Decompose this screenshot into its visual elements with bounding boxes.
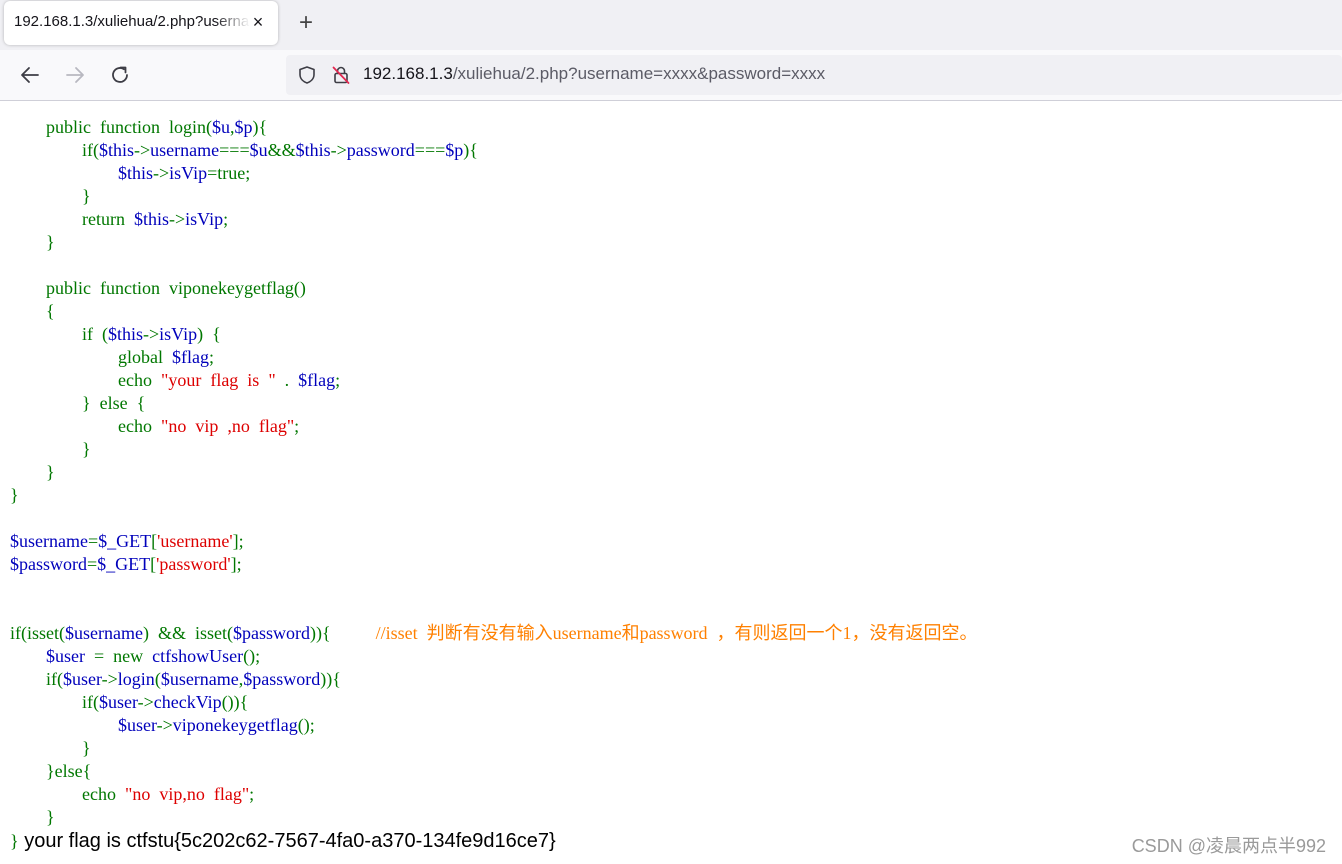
php-source-code: public function login($u,$p){ if($this->…	[10, 116, 978, 829]
tab-title: 192.168.1.3/xuliehua/2.php?username=xxxx…	[14, 13, 250, 30]
code-line: }	[46, 232, 55, 252]
url-text[interactable]: 192.168.1.3/xuliehua/2.php?username=xxxx…	[363, 64, 825, 84]
code-line: if($user->login($username,$password)){	[46, 669, 341, 689]
code-line: {	[46, 301, 55, 321]
code-line: }else{	[46, 761, 92, 781]
forward-arrow-icon[interactable]	[62, 62, 88, 88]
url-host: 192.168.1.3	[363, 64, 453, 83]
code-line: global $flag;	[118, 347, 214, 367]
code-line: } else {	[82, 393, 146, 413]
code-line: }	[10, 485, 19, 505]
code-line: return $this->isVip;	[82, 209, 229, 229]
code-line: if($user->checkVip()){	[82, 692, 249, 712]
code-line: echo "no vip,no flag";	[82, 784, 255, 804]
shield-icon[interactable]	[297, 65, 317, 85]
back-arrow-icon[interactable]	[17, 62, 43, 88]
code-line: $username=$_GET['username'];	[10, 531, 244, 551]
code-line: $user->viponekeygetflag();	[118, 715, 315, 735]
address-bar[interactable]: 192.168.1.3/xuliehua/2.php?username=xxxx…	[286, 55, 1342, 95]
browser-window: 192.168.1.3/xuliehua/2.php?username=xxxx…	[0, 0, 1342, 864]
code-line: public function viponekeygetflag()	[46, 278, 306, 298]
code-line: echo "your flag is " . $flag;	[118, 370, 341, 390]
flag-output-text: your flag is ctfstu{5c202c62-7567-4fa0-a…	[18, 830, 556, 852]
active-tab[interactable]: 192.168.1.3/xuliehua/2.php?username=xxxx…	[4, 1, 278, 45]
code-line: }	[82, 738, 91, 758]
code-comment: //isset 判断有没有输入username和password ，有则返回一个…	[375, 623, 978, 643]
navigation-bar: 192.168.1.3/xuliehua/2.php?username=xxxx…	[0, 50, 1342, 101]
code-line: }	[82, 186, 91, 206]
csdn-watermark: CSDN @凌晨两点半992	[1131, 836, 1326, 856]
code-line: $user = new ctfshowUser();	[46, 646, 261, 666]
page-content: public function login($u,$p){ if($this->…	[0, 101, 1342, 864]
code-line: $password=$_GET['password'];	[10, 554, 242, 574]
code-line: if(isset($username) && isset($password))…	[10, 623, 978, 643]
code-line: $this->isVip=true;	[118, 163, 251, 183]
code-line: }	[82, 439, 91, 459]
insecure-lock-icon[interactable]	[331, 65, 351, 85]
code-line: }	[46, 462, 55, 482]
code-line: if($this->username===$u&&$this->password…	[82, 140, 478, 160]
reload-icon[interactable]	[107, 62, 133, 88]
flag-output: } your flag is ctfstu{5c202c62-7567-4fa0…	[10, 830, 556, 853]
url-path: /xuliehua/2.php?username=xxxx&password=x…	[452, 64, 826, 83]
tab-strip: 192.168.1.3/xuliehua/2.php?username=xxxx…	[0, 0, 1342, 50]
closing-brace: }	[10, 831, 19, 851]
code-line: public function login($u,$p){	[46, 117, 268, 137]
tab-close-icon[interactable]: ×	[250, 12, 266, 32]
code-line: }	[46, 807, 55, 827]
code-line: if ($this->isVip) {	[82, 324, 221, 344]
code-line: echo "no vip ,no flag";	[118, 416, 300, 436]
new-tab-icon[interactable]: +	[294, 10, 318, 36]
